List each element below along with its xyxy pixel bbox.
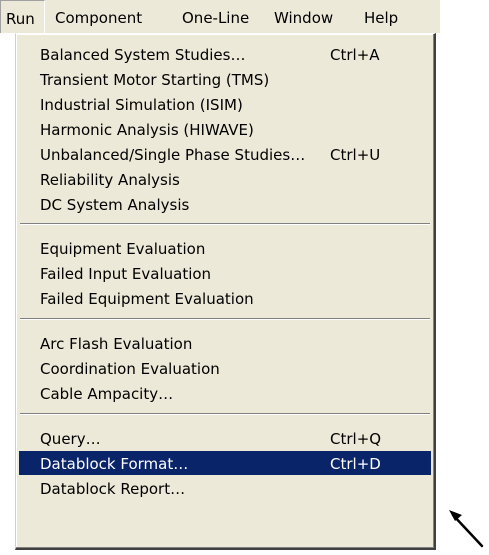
menu-item-shortcut: Ctrl+D (330, 455, 381, 473)
menu-item-label: Harmonic Analysis (HIWAVE) (40, 121, 254, 139)
menu-item-balanced-system-studies[interactable]: Balanced System Studies… Ctrl+A (19, 42, 431, 66)
menu-run[interactable]: Run (0, 0, 45, 33)
menu-item-datablock-format[interactable]: Datablock Format… Ctrl+D (19, 451, 431, 475)
menu-item-shortcut: Ctrl+A (330, 46, 380, 64)
menu-item-failed-input-evaluation[interactable]: Failed Input Evaluation (19, 261, 431, 285)
menu-item-harmonic-analysis[interactable]: Harmonic Analysis (HIWAVE) (19, 117, 431, 141)
menu-item-equipment-evaluation[interactable]: Equipment Evaluation (19, 236, 431, 260)
menu-item-query[interactable]: Query… Ctrl+Q (19, 426, 431, 450)
menu-item-industrial-simulation[interactable]: Industrial Simulation (ISIM) (19, 92, 431, 116)
menu-item-label: Reliability Analysis (40, 171, 180, 189)
menu-item-transient-motor-starting[interactable]: Transient Motor Starting (TMS) (19, 67, 431, 91)
menu-item-label: Industrial Simulation (ISIM) (40, 96, 243, 114)
menu-item-label: Datablock Report… (40, 480, 186, 498)
menu-window[interactable]: Window (274, 0, 333, 33)
menu-item-label: Query… (40, 430, 101, 448)
menu-component[interactable]: Component (55, 0, 142, 33)
run-menu-dropdown: Balanced System Studies… Ctrl+A Transien… (15, 33, 436, 550)
menu-item-coordination-evaluation[interactable]: Coordination Evaluation (19, 356, 431, 380)
menu-bar: Run Component One-Line Window Help (0, 0, 440, 33)
menu-item-label: Datablock Format… (40, 455, 189, 473)
menu-item-label: Unbalanced/Single Phase Studies… (40, 146, 306, 164)
menu-item-datablock-report[interactable]: Datablock Report… (19, 476, 431, 500)
menu-separator (20, 318, 430, 320)
menu-item-failed-equipment-evaluation[interactable]: Failed Equipment Evaluation (19, 286, 431, 310)
menu-item-unbalanced-single-phase-studies[interactable]: Unbalanced/Single Phase Studies… Ctrl+U (19, 142, 431, 166)
menu-item-shortcut: Ctrl+Q (330, 430, 382, 448)
menu-item-label: Failed Input Evaluation (40, 265, 212, 283)
menu-item-label: Arc Flash Evaluation (40, 335, 193, 353)
menu-separator (20, 223, 430, 225)
menu-item-label: Cable Ampacity… (40, 385, 174, 403)
menu-item-arc-flash-evaluation[interactable]: Arc Flash Evaluation (19, 331, 431, 355)
menu-item-shortcut: Ctrl+U (330, 146, 381, 164)
menu-one-line[interactable]: One-Line (182, 0, 249, 33)
menu-item-label: DC System Analysis (40, 196, 190, 214)
menu-item-reliability-analysis[interactable]: Reliability Analysis (19, 167, 431, 191)
menu-item-label: Balanced System Studies… (40, 46, 246, 64)
menu-separator (20, 413, 430, 415)
menu-item-label: Equipment Evaluation (40, 240, 206, 258)
menu-item-label: Transient Motor Starting (TMS) (40, 71, 270, 89)
menu-item-label: Coordination Evaluation (40, 360, 220, 378)
menu-item-label: Failed Equipment Evaluation (40, 290, 254, 308)
menu-item-cable-ampacity[interactable]: Cable Ampacity… (19, 381, 431, 405)
pointer-arrow-icon (449, 510, 484, 548)
menu-item-dc-system-analysis[interactable]: DC System Analysis (19, 192, 431, 216)
menu-help[interactable]: Help (364, 0, 398, 33)
